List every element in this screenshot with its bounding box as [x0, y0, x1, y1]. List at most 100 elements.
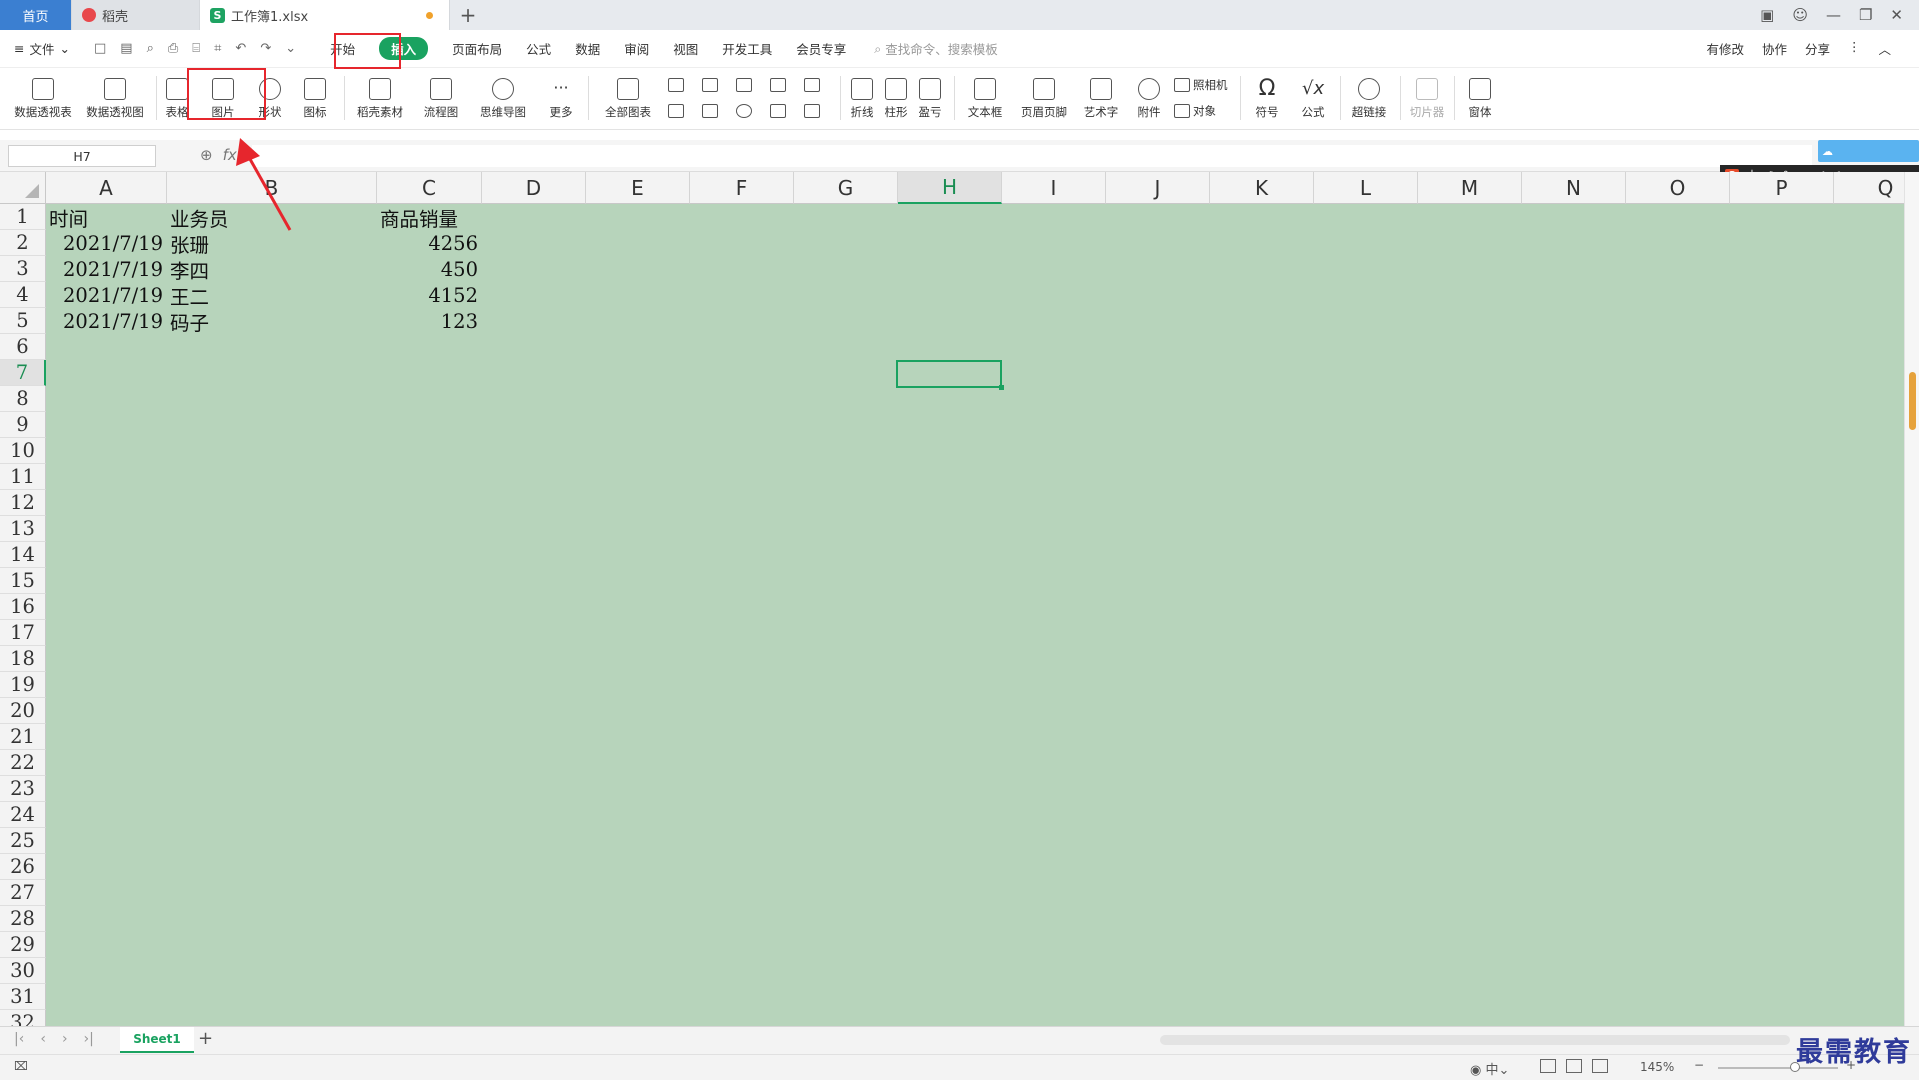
first-sheet-icon[interactable]: |‹ — [14, 1031, 24, 1047]
icon-library-button[interactable]: 图标 — [295, 68, 335, 126]
tab-workbook[interactable]: S 工作簿1.xlsx — [200, 0, 450, 30]
row-header-2[interactable]: 2 — [0, 230, 46, 256]
wordart-button[interactable]: 艺术字 — [1076, 68, 1126, 126]
restore-button[interactable]: ❐ — [1859, 6, 1872, 24]
column-header-M[interactable]: M — [1418, 172, 1522, 204]
cell-C2[interactable]: 4256 — [377, 230, 482, 256]
row-header-11[interactable]: 11 — [0, 464, 46, 490]
column-header-F[interactable]: F — [690, 172, 794, 204]
other-chart-button[interactable] — [804, 100, 820, 122]
scatter-chart-button[interactable] — [770, 100, 786, 122]
zoom-formula-icon[interactable]: ⊕ — [200, 146, 213, 164]
vertical-scrollbar[interactable] — [1904, 172, 1919, 1026]
radar-chart-button[interactable] — [770, 74, 786, 96]
row-header-13[interactable]: 13 — [0, 516, 46, 542]
column-header-H[interactable]: H — [898, 172, 1002, 204]
object-button[interactable]: 对象 — [1174, 100, 1216, 122]
cell-A4[interactable]: 2021/7/19 — [46, 282, 167, 308]
row-header-18[interactable]: 18 — [0, 646, 46, 672]
changes-button[interactable]: 有修改 — [1706, 39, 1744, 58]
row-header-31[interactable]: 31 — [0, 984, 46, 1010]
column-header-K[interactable]: K — [1210, 172, 1314, 204]
customize-icon[interactable]: ⌄ — [285, 41, 296, 56]
camera-button[interactable]: 照相机 — [1174, 74, 1228, 96]
column-header-L[interactable]: L — [1314, 172, 1418, 204]
cell-area[interactable]: 时间 业务员 商品销量 2021/7/19 张珊 4256 2021/7/19 … — [46, 204, 1904, 1026]
column-header-O[interactable]: O — [1626, 172, 1730, 204]
header-footer-button[interactable]: 页眉页脚 — [1016, 68, 1072, 126]
row-header-4[interactable]: 4 — [0, 282, 46, 308]
row-header-23[interactable]: 23 — [0, 776, 46, 802]
export-pdf-icon[interactable]: ⌗ — [214, 41, 221, 56]
more-icon[interactable]: ⋮ — [1848, 39, 1861, 58]
collapse-ribbon-icon[interactable]: ︿ — [1878, 39, 1891, 58]
docer-material-button[interactable]: 稻壳素材 — [352, 68, 408, 126]
tab-page-layout[interactable]: 页面布局 — [440, 30, 514, 68]
save-icon[interactable]: ▤ — [120, 41, 132, 56]
cell-B5[interactable]: 码子 — [167, 308, 377, 335]
eye-protection-icon[interactable]: ◉ 中⌄ — [1470, 1059, 1509, 1078]
sparkline-column-button[interactable]: 柱形 — [880, 68, 912, 126]
file-menu-button[interactable]: ≡ 文件 ⌄ — [14, 39, 70, 58]
column-header-J[interactable]: J — [1106, 172, 1210, 204]
row-header-26[interactable]: 26 — [0, 854, 46, 880]
cell-B3[interactable]: 李四 — [167, 256, 377, 283]
page-break-view-icon[interactable] — [1592, 1059, 1608, 1073]
attachment-button[interactable]: 附件 — [1132, 68, 1166, 126]
tab-docer[interactable]: 稻壳 — [72, 0, 200, 30]
row-header-12[interactable]: 12 — [0, 490, 46, 516]
print-icon[interactable]: ⎙ — [168, 41, 178, 56]
new-doc-icon[interactable]: □ — [94, 41, 106, 56]
textbox-button[interactable]: 文本框 — [960, 68, 1010, 126]
format-painter-icon[interactable]: ⌕ — [147, 41, 154, 56]
row-header-14[interactable]: 14 — [0, 542, 46, 568]
cell-C4[interactable]: 4152 — [377, 282, 482, 308]
tab-developer[interactable]: 开发工具 — [710, 30, 784, 68]
column-header-N[interactable]: N — [1522, 172, 1626, 204]
collaborate-button[interactable]: 协作 — [1762, 39, 1787, 58]
command-search[interactable]: ⌕ 查找命令、搜索模板 — [874, 39, 998, 58]
normal-view-icon[interactable] — [1540, 1059, 1556, 1073]
all-charts-button[interactable]: 全部图表 — [596, 68, 660, 126]
row-header-24[interactable]: 24 — [0, 802, 46, 828]
combo-chart-button[interactable] — [702, 100, 718, 122]
active-cell-H7[interactable] — [896, 360, 1004, 390]
vertical-scroll-thumb[interactable] — [1909, 372, 1916, 430]
cell-A5[interactable]: 2021/7/19 — [46, 308, 167, 334]
name-box[interactable]: H7 — [8, 145, 156, 167]
equation-button[interactable]: √x 公式 — [1292, 68, 1334, 126]
cloud-sync-badge[interactable]: ☁ — [1818, 140, 1919, 162]
avatar[interactable]: ☺ — [1792, 6, 1808, 24]
layout-icon[interactable]: ▣ — [1760, 6, 1774, 24]
tab-view[interactable]: 视图 — [661, 30, 710, 68]
row-header-22[interactable]: 22 — [0, 750, 46, 776]
new-tab-button[interactable]: + — [450, 0, 486, 30]
macro-record-icon[interactable]: ⌧ — [14, 1059, 28, 1073]
row-header-6[interactable]: 6 — [0, 334, 46, 360]
prev-sheet-icon[interactable]: ‹ — [40, 1031, 46, 1047]
tab-review[interactable]: 审阅 — [612, 30, 661, 68]
zoom-out-icon[interactable]: − — [1694, 1058, 1704, 1072]
row-header-9[interactable]: 9 — [0, 412, 46, 438]
cell-C5[interactable]: 123 — [377, 308, 482, 334]
line-chart-button[interactable] — [736, 74, 752, 96]
row-header-27[interactable]: 27 — [0, 880, 46, 906]
redo-icon[interactable]: ↷ — [260, 41, 271, 56]
form-controls-button[interactable]: 窗体 — [1460, 68, 1500, 126]
formula-input[interactable] — [252, 145, 1812, 167]
pivot-chart-button[interactable]: 数据透视图 — [80, 68, 150, 126]
row-header-1[interactable]: 1 — [0, 204, 46, 230]
column-header-A[interactable]: A — [46, 172, 167, 204]
share-button[interactable]: 分享 — [1805, 39, 1830, 58]
row-header-29[interactable]: 29 — [0, 932, 46, 958]
area-chart-button[interactable] — [668, 100, 684, 122]
row-header-10[interactable]: 10 — [0, 438, 46, 464]
tab-data[interactable]: 数据 — [563, 30, 612, 68]
column-header-G[interactable]: G — [794, 172, 898, 204]
symbol-button[interactable]: Ω 符号 — [1246, 68, 1288, 126]
row-header-21[interactable]: 21 — [0, 724, 46, 750]
column-header-P[interactable]: P — [1730, 172, 1834, 204]
minimize-button[interactable]: — — [1826, 6, 1841, 24]
row-header-30[interactable]: 30 — [0, 958, 46, 984]
row-header-3[interactable]: 3 — [0, 256, 46, 282]
